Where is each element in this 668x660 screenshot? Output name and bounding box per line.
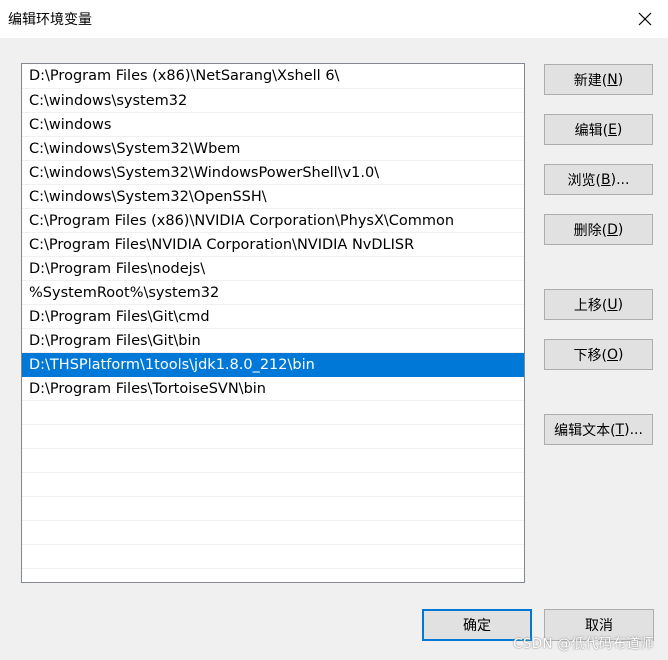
path-list-item[interactable]: D:\Program Files\Git\bin [22,329,524,353]
browse-button-accesskey: B [601,171,611,188]
delete-button-label-end: ) [617,221,624,238]
move-down-button-label-end: ) [618,346,624,363]
edit-text-button[interactable]: 编辑文本(T)... [544,414,653,445]
move-up-button-label: 上移( [573,297,608,314]
path-list-item[interactable]: C:\windows\System32\OpenSSH\ [22,185,524,209]
delete-button-label: 删除( [573,222,608,239]
delete-button[interactable]: 删除(D) [544,214,653,245]
path-list-empty-row[interactable] [22,545,524,569]
path-list-item[interactable]: C:\windows [22,113,524,137]
move-down-button[interactable]: 下移(O) [544,339,653,370]
path-list-item[interactable]: C:\Program Files\NVIDIA Corporation\NVID… [22,233,524,257]
edit-text-button-label: 编辑文本( [554,422,616,439]
window-title: 编辑环境变量 [8,12,92,28]
edit-button-accesskey: E [608,121,617,138]
edit-text-button-label-end: )... [624,421,643,438]
browse-button-label-end: )... [610,171,630,188]
path-list-empty-row[interactable] [22,521,524,545]
path-list-item[interactable]: C:\windows\System32\Wbem [22,137,524,161]
watermark: CSDN @低代码布道师 [513,636,654,652]
move-up-button-accesskey: U [607,296,618,313]
close-button[interactable] [622,0,668,38]
new-button-accesskey: N [607,71,618,88]
path-list-item[interactable]: D:\Program Files\TortoiseSVN\bin [22,377,524,401]
edit-button-label-end: ) [616,121,623,138]
path-list-empty-row[interactable] [22,449,524,473]
path-list-empty-row[interactable] [22,425,524,449]
path-list-item[interactable]: D:\Program Files\nodejs\ [22,257,524,281]
move-down-button-accesskey: O [606,346,619,363]
browse-button-label: 浏览( [567,172,602,189]
move-up-button[interactable]: 上移(U) [544,289,653,320]
new-button-label: 新建( [573,72,608,89]
path-list-item[interactable]: C:\windows\System32\WindowsPowerShell\v1… [22,161,524,185]
new-button-label-end: ) [617,71,624,88]
path-list-item[interactable]: D:\Program Files\Git\cmd [22,305,524,329]
path-list[interactable]: D:\Program Files (x86)\NetSarang\Xshell … [21,63,525,583]
browse-button[interactable]: 浏览(B)... [544,164,653,195]
path-list-empty-row[interactable] [22,473,524,497]
close-icon [638,12,652,26]
path-list-item[interactable]: C:\Program Files (x86)\NVIDIA Corporatio… [22,209,524,233]
move-down-button-label: 下移( [573,347,607,364]
title-bar: 编辑环境变量 [0,0,668,38]
edit-button-label: 编辑( [574,122,609,139]
path-list-item[interactable]: D:\THSPlatform\1tools\jdk1.8.0_212\bin [22,353,524,377]
new-button[interactable]: 新建(N) [544,64,653,95]
path-list-empty-row[interactable] [22,497,524,521]
path-list-item[interactable]: D:\Program Files (x86)\NetSarang\Xshell … [22,64,524,89]
path-list-item[interactable]: %SystemRoot%\system32 [22,281,524,305]
delete-button-accesskey: D [607,221,618,238]
edit-text-button-accesskey: T [615,421,625,438]
edit-button[interactable]: 编辑(E) [544,114,653,145]
move-up-button-label-end: ) [617,296,624,313]
path-list-item[interactable]: C:\windows\system32 [22,89,524,113]
path-list-empty-row[interactable] [22,401,524,425]
